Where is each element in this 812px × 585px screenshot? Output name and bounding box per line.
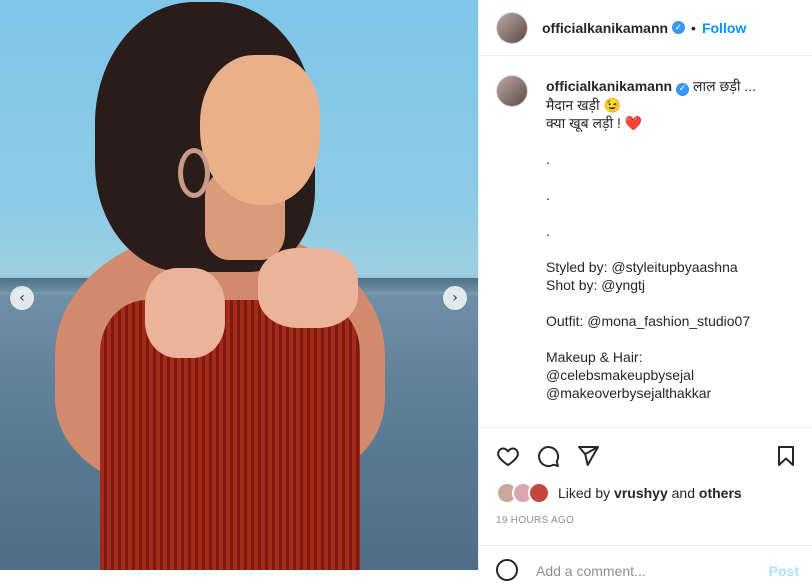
likes-others-link[interactable]: others [699, 485, 742, 501]
post-side-panel: officialkanikamann ✓ • Follow officialka… [478, 0, 812, 581]
post-timestamp[interactable]: 19 HOURS AGO [496, 515, 574, 526]
likes-prefix: Liked by [558, 485, 611, 501]
carousel-prev-button[interactable]: ‹ [10, 286, 34, 310]
header-username[interactable]: officialkanikamann [542, 20, 668, 36]
bookmark-icon[interactable] [774, 444, 798, 468]
caption: officialkanikamann ✓ लाल छड़ी ... मैदान खड… [546, 77, 801, 402]
heart-icon[interactable] [496, 444, 520, 468]
photo-earring [178, 148, 210, 198]
verified-badge-icon: ✓ [672, 21, 686, 34]
photo-red-dress [100, 300, 360, 570]
follow-button[interactable]: Follow [702, 20, 746, 36]
photo-hand-left [145, 268, 225, 358]
photo-hand-right [258, 248, 358, 328]
separator-dot: • [691, 19, 696, 36]
comment-icon[interactable] [536, 444, 560, 468]
action-bar [479, 427, 812, 483]
photo-face [200, 55, 320, 205]
instagram-post-modal: ‹ › officialkanikamann ✓ • Follow offici… [0, 0, 812, 581]
liker-avatar [528, 482, 550, 504]
likes-text: Liked by vrushyy and others [558, 485, 742, 501]
avatar[interactable] [496, 11, 528, 44]
comment-bar: Add a comment... Post [479, 545, 812, 585]
chevron-right-icon: › [452, 290, 458, 306]
likes-and: and [671, 485, 695, 501]
verified-badge-icon: ✓ [676, 82, 690, 96]
caption-avatar[interactable] [496, 75, 528, 107]
likes-summary: Liked by vrushyy and others [496, 482, 742, 504]
chevron-left-icon: ‹ [19, 290, 25, 306]
post-comment-button[interactable]: Post [769, 563, 799, 579]
caption-scroll-area[interactable]: officialkanikamann ✓ लाल छड़ी ... मैदान खड… [479, 57, 812, 427]
carousel-next-button[interactable]: › [443, 286, 467, 310]
post-photo[interactable]: ‹ › [0, 0, 478, 570]
liker-username[interactable]: vrushyy [614, 485, 668, 501]
share-icon[interactable] [576, 444, 600, 468]
emoji-icon[interactable] [496, 559, 518, 581]
caption-text: लाल छड़ी ... मैदान खड़ी 😉 क्या खूब लड़ी … [546, 78, 757, 401]
comment-input[interactable]: Add a comment... [536, 563, 646, 579]
post-header: officialkanikamann ✓ • Follow [479, 0, 812, 56]
caption-username[interactable]: officialkanikamann [546, 78, 672, 94]
